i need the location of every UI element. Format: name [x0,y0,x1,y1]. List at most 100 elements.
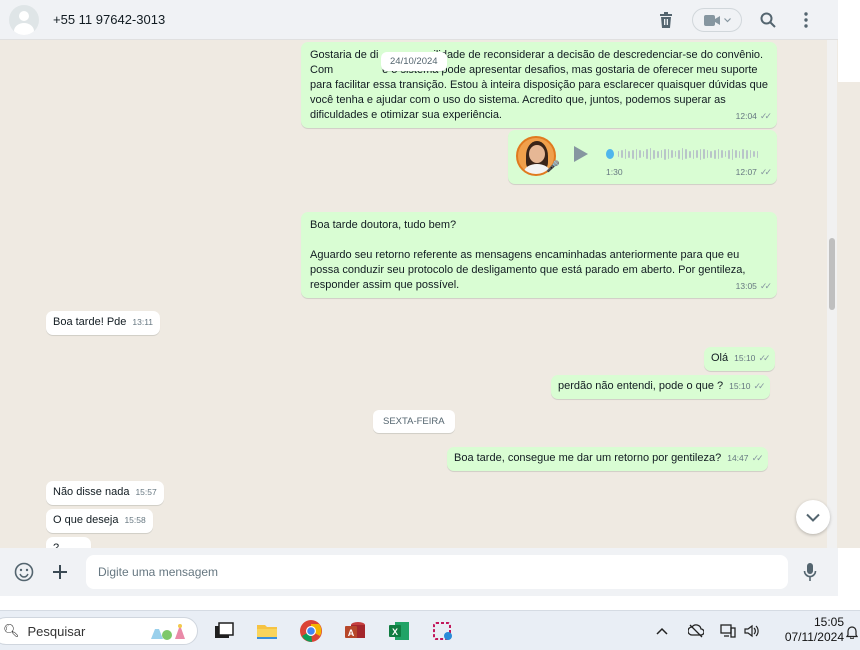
video-call-icon [703,14,720,26]
waveform-bar [753,151,755,157]
video-call-button[interactable] [692,8,742,32]
svg-text:A: A [348,628,355,638]
window-edge [838,0,860,82]
waveform-bar [667,149,670,159]
waveform-bar [721,150,723,158]
microphone-icon: 🎤 [546,161,560,173]
message-outgoing[interactable]: Olá 15:10 ✓✓ [704,347,775,371]
taskbar-search[interactable]: 🔍︎ Pesquisar [0,617,198,645]
waveform-bar [671,150,673,158]
message-time: 12:04 [735,111,757,121]
network-offline-icon[interactable] [688,611,704,650]
message-text: Boa tarde! Pde [53,316,127,328]
waveform-bar [664,148,666,160]
audio-message[interactable]: 🎤 1:30 12:07 ✓✓ [508,130,777,184]
microphone-icon[interactable] [798,560,822,584]
contact-name[interactable]: +55 11 97642-3013 [53,12,165,27]
message-text: perdão não entendi, pode o que ? [558,380,724,392]
waveform-bar [756,150,759,158]
waveform-bar [681,148,684,160]
double-check-icon: ✓✓ [753,381,766,391]
message-text: Não disse nada [53,486,130,498]
clock-time: 15:05 [813,615,844,629]
notification-bell-icon[interactable] [845,625,859,642]
waveform-bar [706,150,709,158]
message-list[interactable]: Gostaria de di ilidade de reconsiderar a… [0,40,838,548]
waveform-bar [713,149,716,159]
message-time: 14:47 [727,453,749,463]
waveform-bar [649,148,652,160]
menu-icon[interactable] [794,8,818,32]
search-icon[interactable] [756,8,780,32]
waveform-bar [656,150,659,158]
snipping-tool-icon[interactable] [431,619,455,643]
waveform-bar [635,148,638,160]
double-check-icon: ✓✓ [758,353,770,363]
waveform-bar [642,151,645,157]
double-check-icon: ✓✓ [759,111,772,121]
taskbar-clock[interactable]: 15:05 07/11/2024 [772,615,844,645]
message-meta: 12:07 ✓✓ [735,165,772,180]
waveform-bar [692,149,695,159]
chrome-icon[interactable] [299,619,323,643]
date-separator: SEXTA-FEIRA [373,410,455,433]
message-outgoing[interactable]: Boa tarde, consegue me dar um retorno po… [447,447,768,471]
waveform-bar [617,151,620,157]
message-outgoing[interactable]: Gostaria de di ilidade de reconsiderar a… [301,42,777,128]
double-check-icon: ✓✓ [759,167,772,177]
message-outgoing[interactable]: Boa tarde doutora, tudo bem? Aguardo seu… [301,212,777,298]
excel-icon[interactable]: X [387,619,411,643]
message-text: O que deseja [53,514,119,526]
message-time: 12:07 [735,167,757,177]
audio-waveform[interactable] [606,144,759,164]
access-icon[interactable]: A [343,619,367,643]
waveform-bar [639,150,641,158]
waveform-bar [731,148,734,160]
clock-date: 07/11/2024 [784,630,844,644]
waveform-bar [678,149,680,159]
message-incoming[interactable]: Boa tarde! Pde 13:11 [46,311,161,335]
trash-icon[interactable] [654,8,678,32]
waveform-bar [728,149,730,159]
display-icon[interactable] [720,611,736,650]
double-check-icon: ✓✓ [751,453,764,463]
waveform-bar [699,148,702,160]
waveform-bar [621,150,623,158]
chevron-down-icon [806,513,820,522]
message-incoming[interactable]: ? [46,537,91,548]
volume-icon[interactable] [744,611,760,650]
waveform-bar [685,149,688,159]
emoji-icon[interactable] [12,560,36,584]
attach-plus-icon[interactable] [48,560,72,584]
message-outgoing[interactable]: perdão não entendi, pode o que ? 15:10 ✓✓ [551,375,770,399]
waveform-bar [689,150,691,158]
audio-progress-dot[interactable] [606,149,614,159]
message-incoming[interactable]: O que deseja 15:58 [46,509,153,533]
waveform-bar [696,150,698,158]
windows-taskbar: 🔍︎ Pesquisar A X 15:05 07/11/2024 [0,610,860,650]
header-actions [654,0,818,40]
play-icon[interactable] [574,146,588,162]
message-time: 13:05 [735,281,757,291]
waveform-bar [653,149,655,159]
svg-text:X: X [392,627,398,637]
contact-avatar[interactable] [9,4,39,35]
audio-duration: 1:30 [606,167,623,177]
waveform-bar [660,150,663,158]
scroll-to-bottom-button[interactable] [796,500,830,534]
file-explorer-icon[interactable] [255,619,279,643]
chat-scrollbar[interactable] [827,40,837,548]
tray-overflow-icon[interactable] [656,611,668,650]
message-input[interactable] [86,555,788,589]
message-incoming[interactable]: Não disse nada 15:57 [46,481,164,505]
message-time: 15:10 [734,353,756,363]
waveform-bar [703,149,705,159]
waveform-bar [646,149,648,159]
message-text-body: Aguardo seu retorno referente as mensage… [310,249,746,291]
task-view-icon[interactable] [212,619,236,643]
message-text: Gostaria de di ilidade de reconsiderar a… [310,49,772,121]
scrollbar-thumb[interactable] [829,238,835,310]
window-edge [838,548,860,596]
waveform-bar [738,150,741,158]
waveform-bar [632,149,634,159]
